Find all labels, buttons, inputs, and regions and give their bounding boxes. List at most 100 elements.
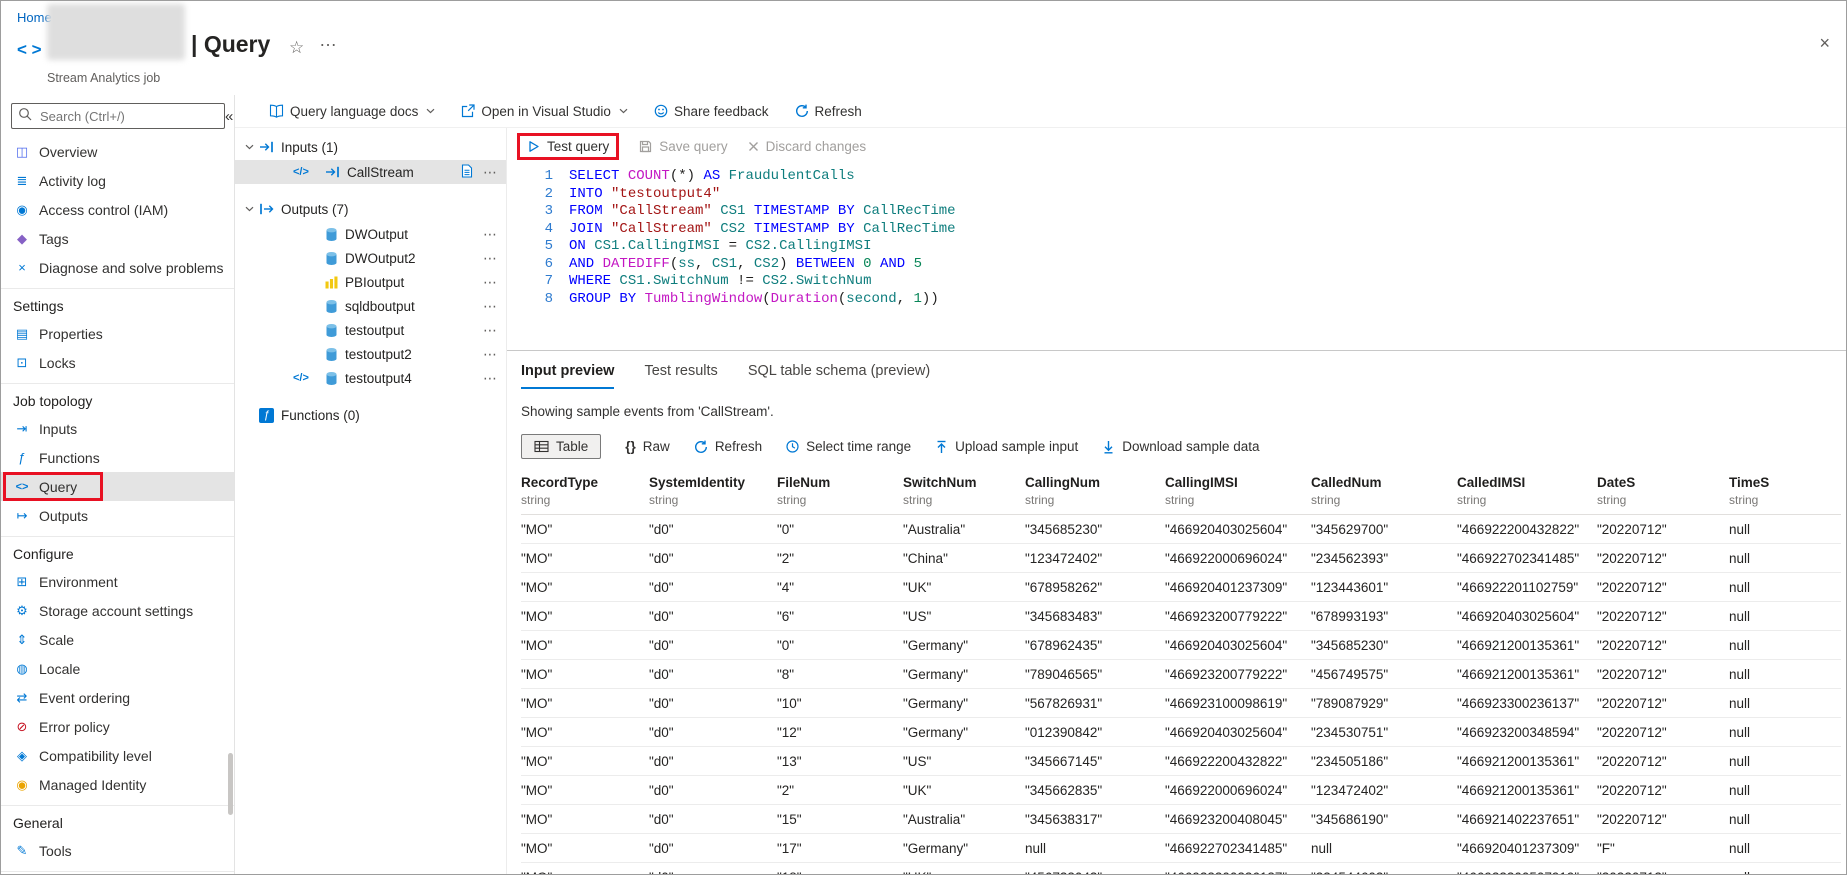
more-options-icon[interactable]: ⋯ <box>483 250 498 267</box>
sidebar-item-label: Tags <box>39 231 69 247</box>
query-editor[interactable]: 12345678 SELECT COUNT(*) AS FraudulentCa… <box>507 164 1846 351</box>
close-icon[interactable]: × <box>1819 33 1830 54</box>
table-cell: "466922702341485" <box>1165 834 1311 863</box>
sidebar-item-managed-identity[interactable]: ◉Managed Identity <box>1 770 234 799</box>
table-cell: "Germany" <box>903 631 1025 660</box>
tree-item-label: sqldboutput <box>345 299 415 314</box>
table-cell: "456733043" <box>1025 863 1165 875</box>
table-button[interactable]: Table <box>521 434 601 459</box>
open-in-visual-studio-button[interactable]: Open in Visual Studio <box>461 104 628 119</box>
collapse-sidebar-button[interactable]: « <box>225 108 233 125</box>
table-cell: "567826931" <box>1025 689 1165 718</box>
table-cell: "466922000696024" <box>1165 776 1311 805</box>
download-sample-data-button[interactable]: Download sample data <box>1102 439 1259 454</box>
search-input[interactable] <box>38 108 218 125</box>
tab-sql-table-schema-preview[interactable]: SQL table schema (preview) <box>748 363 930 389</box>
sidebar-item-inputs[interactable]: ⇥Inputs <box>1 414 234 443</box>
refresh-button[interactable]: Refresh <box>795 104 862 119</box>
more-options-icon[interactable]: ⋯ <box>483 346 498 363</box>
raw-button[interactable]: {}Raw <box>625 439 670 454</box>
chevron-down-icon[interactable] <box>241 206 257 212</box>
sidebar-item-tools[interactable]: ✎Tools <box>1 836 234 865</box>
more-options-icon[interactable]: ⋯ <box>483 164 498 181</box>
sidebar-item-label: Properties <box>39 326 103 342</box>
chevron-down-icon[interactable] <box>241 144 257 150</box>
tree-item-dwoutput2[interactable]: DWOutput2⋯ <box>235 246 506 270</box>
sidebar-item-tags[interactable]: ◆Tags <box>1 224 234 253</box>
tree-section-functions[interactable]: ƒFunctions (0) <box>235 402 506 428</box>
tree-item-label: CallStream <box>347 165 414 180</box>
share-feedback-button[interactable]: Share feedback <box>654 104 769 119</box>
table-cell: "F" <box>1597 834 1729 863</box>
code-line: ON CS1.CallingIMSI = CS2.CallingIMSI <box>569 238 956 256</box>
tree-item-sqldboutput[interactable]: sqldboutput ⋯ <box>235 294 506 318</box>
editor-gutter: 12345678 <box>507 168 553 350</box>
sidebar-item-locale[interactable]: ◍Locale <box>1 654 234 683</box>
sidebar-item-locks[interactable]: ⊡Locks <box>1 348 234 377</box>
sidebar-item-diagnose-and-solve-problems[interactable]: ×Diagnose and solve problems <box>1 253 234 282</box>
sidebar-item-properties[interactable]: ▤Properties <box>1 319 234 348</box>
favorite-star-icon[interactable]: ☆ <box>289 38 304 58</box>
sidebar-item-query[interactable]: <>Query <box>1 472 234 501</box>
sidebar-item-activity-log[interactable]: ≣Activity log <box>1 166 234 195</box>
refresh-button[interactable]: Refresh <box>694 439 762 454</box>
table-cell: null <box>1729 776 1841 805</box>
tree-item-actions: ⋯ <box>483 370 498 387</box>
tree-item-pbioutput[interactable]: PBIoutput⋯ <box>235 270 506 294</box>
discard-changes-button[interactable]: Discard changes <box>748 139 867 154</box>
table-cell: "345667145" <box>1025 747 1165 776</box>
refresh-icon <box>795 104 809 118</box>
preview-data-icon[interactable] <box>461 164 473 181</box>
table-cell: "MO" <box>521 602 649 631</box>
sidebar-item-event-ordering[interactable]: ⇄Event ordering <box>1 683 234 712</box>
managed-identity-icon: ◉ <box>13 777 31 793</box>
sidebar-item-storage-account-settings[interactable]: ⚙Storage account settings <box>1 596 234 625</box>
table-cell: null <box>1729 515 1841 544</box>
dwoutput-icon <box>325 227 338 242</box>
more-menu-icon[interactable]: … <box>319 30 339 51</box>
more-options-icon[interactable]: ⋯ <box>483 298 498 315</box>
sidebar-item-outputs[interactable]: ↦Outputs <box>1 501 234 530</box>
sidebar-item-error-policy[interactable]: ⊘Error policy <box>1 712 234 741</box>
table-cell: "Australia" <box>903 805 1025 834</box>
more-options-icon[interactable]: ⋯ <box>483 274 498 291</box>
tree-section-outputs[interactable]: Outputs (7) <box>235 196 506 222</box>
sidebar-item-overview[interactable]: ◫Overview <box>1 137 234 166</box>
more-options-icon[interactable]: ⋯ <box>483 370 498 387</box>
tree-item-testoutput2[interactable]: testoutput2 ⋯ <box>235 342 506 366</box>
tree-item-testoutput[interactable]: testoutput⋯ <box>235 318 506 342</box>
table-cell: "15" <box>777 805 903 834</box>
sidebar-item-access-control-iam[interactable]: ◉Access control (IAM) <box>1 195 234 224</box>
save-query-button[interactable]: Save query <box>639 139 727 154</box>
search-box[interactable] <box>11 103 225 129</box>
sidebar-section-job-topology: Job topology <box>1 383 234 414</box>
tab-input-preview[interactable]: Input preview <box>521 363 614 389</box>
column-type: string <box>1597 493 1719 507</box>
tab-test-results[interactable]: Test results <box>644 363 717 389</box>
tree-item-label: testoutput2 <box>345 347 412 362</box>
upload-sample-input-button[interactable]: Upload sample input <box>935 439 1078 454</box>
table-cell: null <box>1729 718 1841 747</box>
tree-item-dwoutput[interactable]: DWOutput⋯ <box>235 222 506 246</box>
sidebar-item-functions[interactable]: ƒFunctions <box>1 443 234 472</box>
tree-section-inputs[interactable]: Inputs (1) <box>235 134 506 160</box>
sidebar-nav: ◫Overview≣Activity log◉Access control (I… <box>1 137 234 875</box>
table-cell: "4" <box>777 573 903 602</box>
sidebar-item-compatibility-level[interactable]: ◈Compatibility level <box>1 741 234 770</box>
table-cell: "466921402237651" <box>1457 805 1597 834</box>
sidebar-item-scale[interactable]: ⇕Scale <box>1 625 234 654</box>
sidebar-item-environment[interactable]: ⊞Environment <box>1 567 234 596</box>
tree-item-testoutput4[interactable]: </>testoutput4⋯ <box>235 366 506 390</box>
query-language-docs-button[interactable]: Query language docs <box>269 104 435 119</box>
table-cell: "234505186" <box>1311 747 1457 776</box>
select-time-range-button[interactable]: Select time range <box>786 439 911 454</box>
table-cell: "MO" <box>521 573 649 602</box>
table-cell: "UK" <box>903 863 1025 875</box>
more-options-icon[interactable]: ⋯ <box>483 322 498 339</box>
column-name: CallingNum <box>1025 475 1155 490</box>
column-header-times: TimeSstring <box>1729 471 1841 515</box>
sidebar-scrollbar[interactable] <box>228 753 233 815</box>
more-options-icon[interactable]: ⋯ <box>483 226 498 243</box>
test-query-button[interactable]: Test query <box>527 139 609 154</box>
tree-item-callstream[interactable]: </>CallStream⋯ <box>235 160 506 184</box>
